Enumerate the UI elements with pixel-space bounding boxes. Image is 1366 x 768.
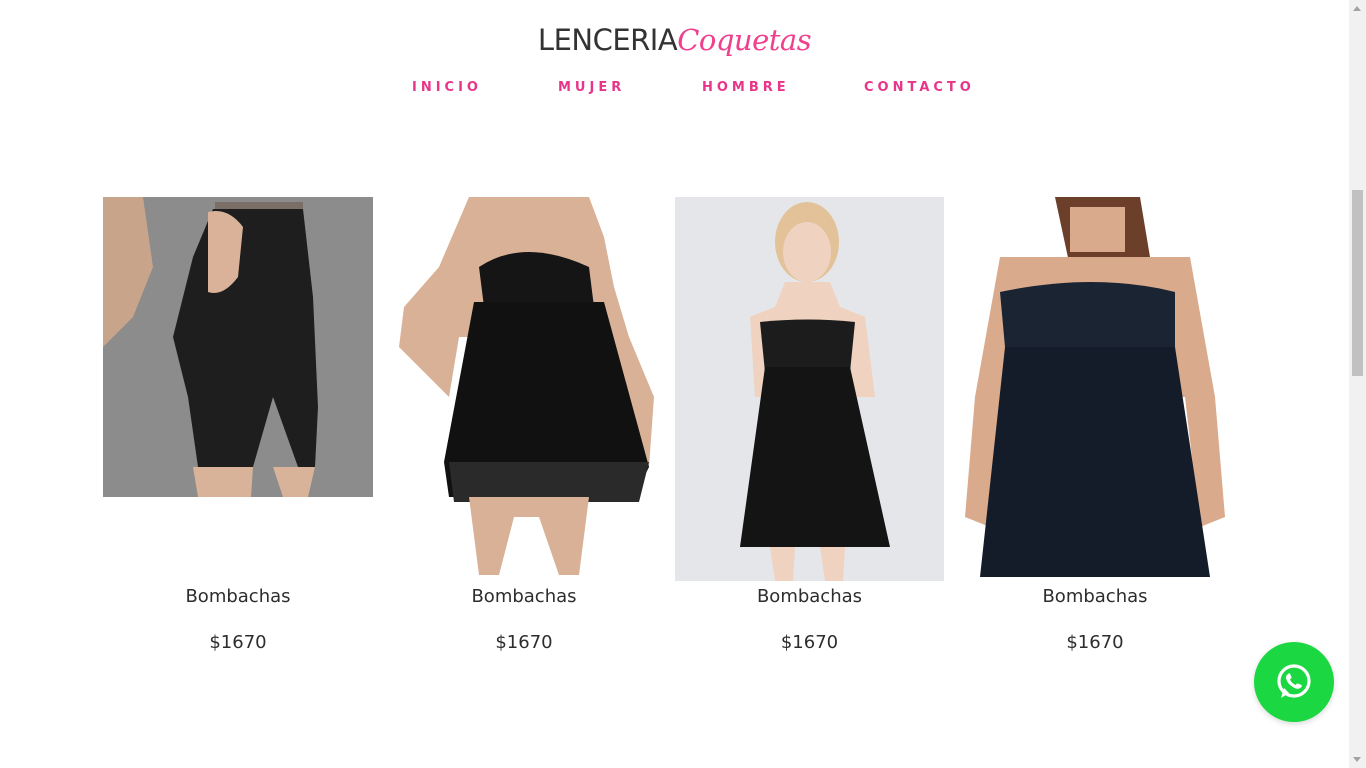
product-price: $1670: [495, 632, 553, 653]
strappy-chemise-photo[interactable]: [675, 197, 944, 581]
whatsapp-button[interactable]: [1254, 642, 1334, 722]
lace-babydoll-photo[interactable]: [389, 197, 659, 575]
product-title[interactable]: Bombachas: [960, 586, 1230, 607]
product-title[interactable]: Bombachas: [103, 586, 373, 607]
scrollbar-thumb[interactable]: [1352, 190, 1363, 376]
product-card[interactable]: Bombachas $1670: [675, 0, 944, 768]
scroll-down-arrow-icon[interactable]: [1353, 757, 1361, 762]
product-price: $1670: [209, 632, 267, 653]
product-price: $1670: [780, 632, 839, 653]
scroll-up-arrow-icon[interactable]: [1353, 6, 1361, 11]
product-title[interactable]: Bombachas: [389, 586, 659, 607]
product-title[interactable]: Bombachas: [675, 586, 944, 607]
product-card[interactable]: Bombachas $1670: [389, 0, 659, 768]
product-grid: Bombachas $1670 Bombachas $1670 Bombacha…: [0, 0, 1349, 768]
page-scrollbar[interactable]: [1349, 0, 1366, 768]
product-card[interactable]: Bombachas $1670: [960, 0, 1230, 768]
product-price: $1670: [1066, 632, 1124, 653]
shaper-shorts-photo[interactable]: [103, 197, 373, 497]
whatsapp-icon: [1277, 664, 1311, 698]
plus-lace-babydoll-photo[interactable]: [960, 197, 1230, 581]
product-card[interactable]: Bombachas $1670: [103, 0, 373, 768]
